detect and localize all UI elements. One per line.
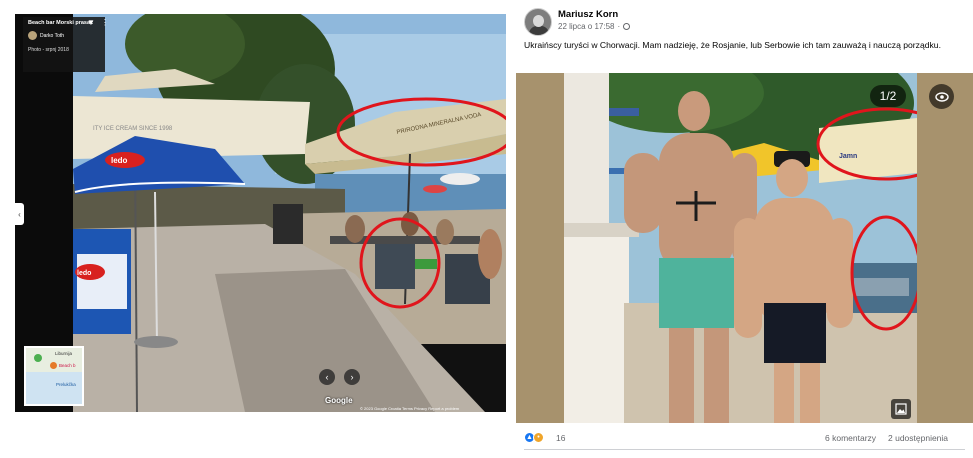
google-logo: Google — [325, 396, 353, 405]
chevron-right-icon[interactable]: › — [344, 369, 360, 385]
post-photo-scene: Jamn — [564, 73, 917, 423]
minimap-location-pin-icon — [34, 354, 42, 362]
minimap[interactable]: Liburnija Beach b Prelukčka — [24, 346, 84, 406]
photo-date: Photo - srpnj 2018 — [28, 47, 69, 53]
facebook-post: Mariusz Korn 22 lipca o 17:58 · Ukraińsc… — [516, 0, 973, 458]
street-view-panel[interactable]: ITY ICE CREAM SINCE 1998 ledo ledo PRIRO… — [15, 14, 506, 412]
author-avatar[interactable] — [524, 8, 552, 36]
post-meta: 22 lipca o 17:58 · — [558, 22, 631, 31]
minimap-label-water: Prelukčka — [56, 382, 76, 387]
street-view-scene[interactable]: ITY ICE CREAM SINCE 1998 ledo ledo PRIRO… — [15, 14, 506, 412]
avatar-body — [529, 26, 549, 35]
photo-counter: 1/2 — [870, 85, 906, 107]
chevron-left-icon[interactable]: ‹ — [319, 369, 335, 385]
shares-count[interactable]: 2 udostępnienia — [888, 433, 948, 443]
photo-umbrella-text: Jamn — [839, 153, 857, 160]
screenshot-composite: ITY ICE CREAM SINCE 1998 ledo ledo PRIRO… — [0, 0, 973, 458]
collapse-panel-button[interactable]: ‹ — [15, 203, 24, 225]
author-name[interactable]: Mariusz Korn — [558, 9, 618, 20]
minimap-place-pin-icon — [50, 362, 57, 369]
globe-icon — [623, 23, 631, 30]
post-text: Ukraińscy turyści w Chorwacji. Mam nadzi… — [524, 40, 941, 50]
avatar-face — [533, 15, 544, 27]
post-photo-inner: Jamn — [564, 73, 917, 423]
fridge-brand: ledo — [77, 270, 91, 277]
angry-reaction-icon: • — [533, 432, 544, 443]
eye-icon[interactable] — [929, 84, 954, 109]
more-options-icon[interactable]: ⋮ — [101, 18, 506, 27]
comments-count[interactable]: 6 komentarzy — [825, 433, 876, 443]
gallery-icon[interactable] — [891, 399, 911, 419]
umbrella-brand: ledo — [111, 156, 128, 165]
umbrella-text-1: ITY ICE CREAM SINCE 1998 — [93, 126, 173, 132]
post-photo[interactable]: Jamn 1/2 — [516, 73, 973, 423]
street-view-footer: © 2023 Google Croatia Terms Privacy Repo… — [360, 406, 460, 411]
minimap-label-top: Liburnija — [55, 351, 73, 356]
post-timestamp[interactable]: 22 lipca o 17:58 — [558, 22, 615, 31]
divider — [524, 449, 965, 450]
contributor-avatar — [28, 31, 37, 40]
contributor-name[interactable]: Darko Toth — [40, 33, 64, 39]
reactions[interactable]: ▲ • — [524, 432, 544, 443]
minimap-label-pin: Beach b — [59, 363, 76, 368]
reactions-count[interactable]: 16 — [556, 433, 565, 443]
